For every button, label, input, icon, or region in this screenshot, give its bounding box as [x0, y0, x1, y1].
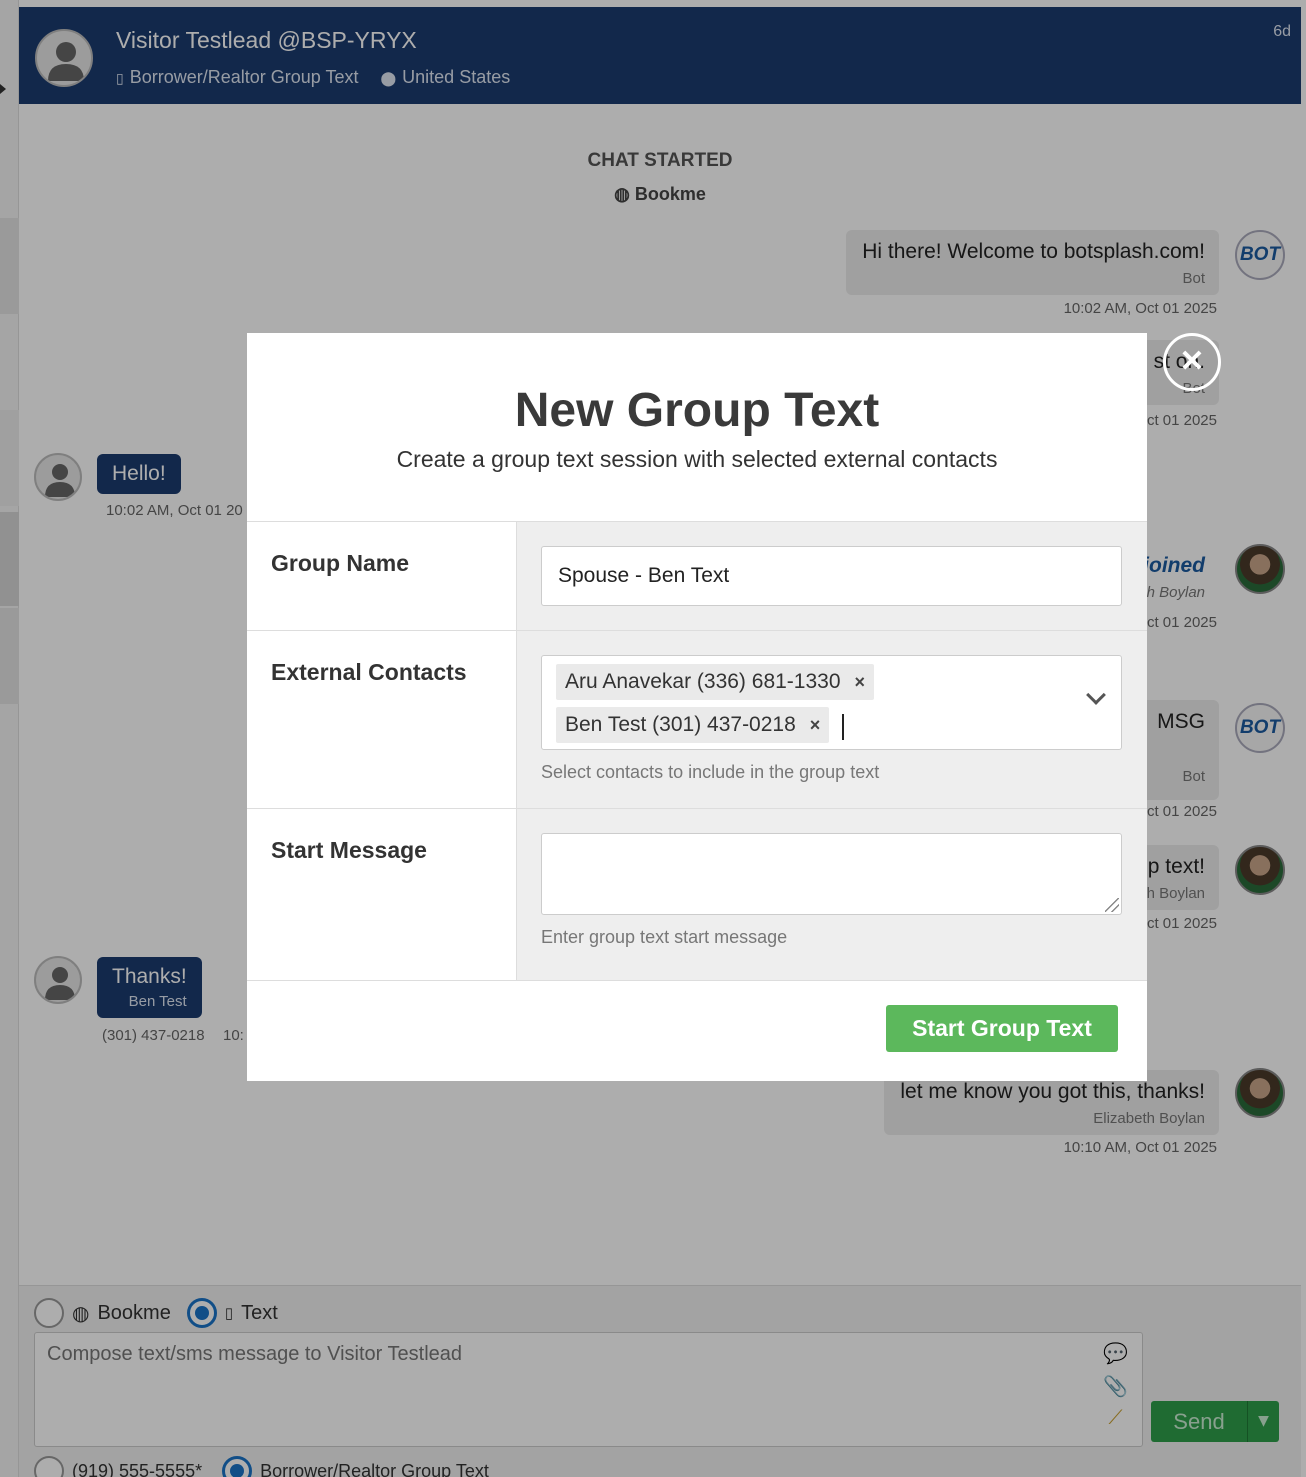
remove-contact-icon[interactable]: ×	[855, 672, 866, 693]
group-name-input[interactable]: Spouse - Ben Text	[541, 546, 1122, 606]
modal-subtitle: Create a group text session with selecte…	[396, 446, 998, 472]
start-message-field-cell: Enter group text start message	[517, 809, 1147, 980]
resize-handle-icon[interactable]	[1105, 898, 1119, 912]
contacts-help-text: Select contacts to include in the group …	[541, 762, 880, 782]
group-name-field-cell: Spouse - Ben Text	[517, 522, 1147, 630]
new-group-text-modal: ✕ New Group Text Create a group text ses…	[247, 333, 1221, 1081]
remove-contact-icon[interactable]: ×	[810, 715, 821, 736]
external-contacts-row: External Contacts Aru Anavekar (336) 681…	[247, 630, 1147, 808]
close-icon[interactable]: ✕	[1163, 333, 1221, 391]
modal-title: New Group Text	[514, 384, 880, 437]
external-contacts-label: External Contacts	[247, 631, 517, 808]
start-message-textarea[interactable]	[541, 833, 1122, 915]
start-message-row: Start Message Enter group text start mes…	[247, 808, 1147, 980]
group-name-row: Group Name Spouse - Ben Text	[247, 521, 1147, 630]
contact-chip: Ben Test (301) 437-0218 ×	[556, 707, 830, 743]
group-name-label: Group Name	[247, 522, 517, 630]
start-group-text-button[interactable]: Start Group Text	[886, 1005, 1118, 1052]
contacts-multiselect[interactable]: Aru Anavekar (336) 681-1330 × Ben Test (…	[541, 655, 1122, 750]
start-message-label: Start Message	[247, 809, 517, 980]
start-message-help-text: Enter group text start message	[541, 927, 788, 947]
external-contacts-field-cell: Aru Anavekar (336) 681-1330 × Ben Test (…	[517, 631, 1147, 808]
text-cursor	[841, 713, 844, 740]
contact-chip: Aru Anavekar (336) 681-1330 ×	[556, 664, 875, 700]
